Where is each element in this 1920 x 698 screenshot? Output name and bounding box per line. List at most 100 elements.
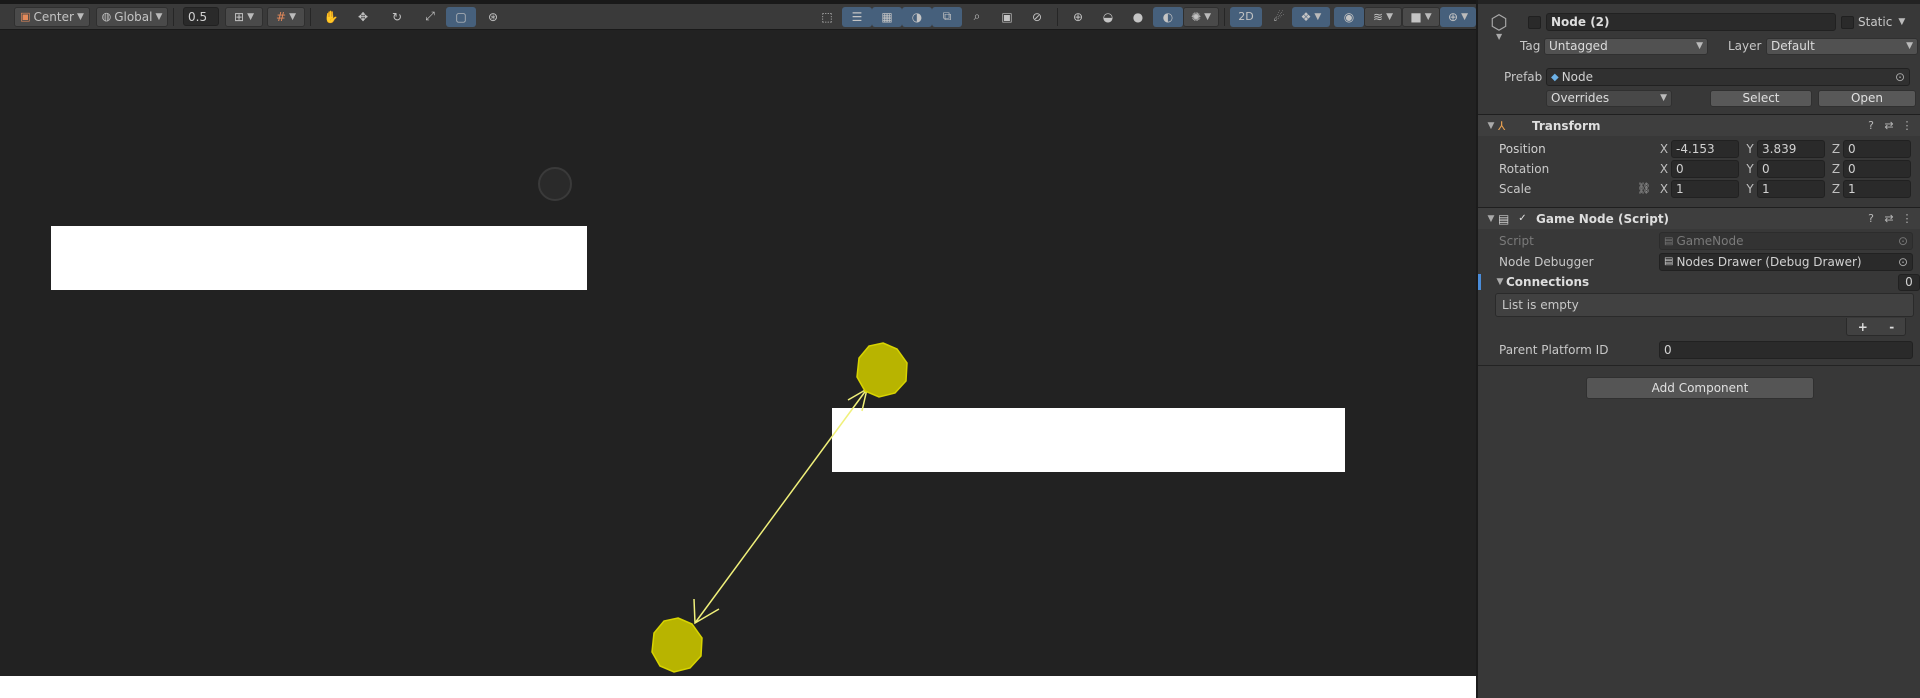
pivot-icon: ▣ <box>20 10 31 23</box>
visibility-toggle-icon[interactable]: ◉ <box>1334 6 1364 27</box>
position-x-field[interactable]: -4.153 <box>1671 139 1739 158</box>
axis-z-label[interactable]: Z <box>1829 162 1843 176</box>
position-y-value: 3.839 <box>1762 141 1797 156</box>
dim-node-circle[interactable] <box>538 167 572 201</box>
script-asset-icon: ▤ <box>1664 235 1674 247</box>
camera-overlay-icon[interactable]: ▣ <box>992 7 1022 27</box>
layers-overlay-icon[interactable]: ⧉ <box>932 6 962 27</box>
object-name-field[interactable]: Node (2) <box>1546 13 1836 31</box>
object-picker-icon[interactable]: ⊙ <box>1898 255 1908 269</box>
static-dropdown-icon[interactable]: ▼ <box>1898 17 1905 27</box>
static-checkbox[interactable] <box>1841 15 1854 29</box>
axis-x-label[interactable]: X <box>1657 142 1671 156</box>
node-debugger-value: Nodes Drawer (Debug Drawer) <box>1676 254 1862 269</box>
rotation-z-field[interactable]: 0 <box>1843 159 1911 178</box>
transform-header[interactable]: ▼ ⅄ Transform ? ⇄ ⋮ <box>1478 114 1920 136</box>
help-icon[interactable]: ? <box>1862 119 1880 132</box>
scale-z-field[interactable]: 1 <box>1843 179 1911 198</box>
node-circle-bottom[interactable] <box>651 617 703 673</box>
prefab-field[interactable]: ◆ Node ⊙ <box>1546 68 1910 86</box>
select-button[interactable]: Select <box>1710 89 1812 107</box>
axis-x-label[interactable]: X <box>1657 182 1671 196</box>
axis-z-label[interactable]: Z <box>1829 142 1843 156</box>
game-node-header[interactable]: ▼ ▤ ✓ Game Node (Script) ? ⇄ ⋮ <box>1478 207 1920 229</box>
scene-view[interactable]: ▣ Center ▼ ◍ Global ▼ 0.5 ⊞ ▼ # ▼ ✋ ✥ ↻ ⤢ ▢ … <box>0 0 1476 698</box>
compass-icon[interactable]: ⊘ <box>1022 7 1052 27</box>
collapse-triangle-icon[interactable]: ▼ <box>1494 277 1506 287</box>
camera-dropdown[interactable]: ■ ▼ <box>1402 6 1440 27</box>
sphere-shading-icon[interactable]: ◑ <box>902 6 932 27</box>
layer-dropdown[interactable]: Default ▼ <box>1766 37 1918 55</box>
preset-icon[interactable]: ⇄ <box>1880 119 1898 132</box>
rotation-y-field[interactable]: 0 <box>1757 159 1825 178</box>
snap-increment-dropdown[interactable]: ⊞ ▼ <box>225 6 263 27</box>
layers-dropdown[interactable]: ≋ ▼ <box>1364 6 1402 27</box>
grid-snap-input[interactable]: 0.5 <box>183 7 219 26</box>
lighting-toggle-icon[interactable]: ☄ <box>1266 7 1292 27</box>
axis-x-label[interactable]: X <box>1657 162 1671 176</box>
script-row: Script ▤ GameNode ⊙ <box>1478 232 1920 250</box>
tag-dropdown[interactable]: Untagged ▼ <box>1544 37 1708 55</box>
scale-tool-icon[interactable]: ⤢ <box>414 7 446 27</box>
debug-draw-dropdown[interactable]: ✺ ▼ <box>1183 6 1219 27</box>
rotation-x-field[interactable]: 0 <box>1671 159 1739 178</box>
overrides-dropdown[interactable]: Overrides ▼ <box>1546 89 1672 107</box>
position-z-field[interactable]: 0 <box>1843 139 1911 158</box>
more-menu-icon[interactable]: ⋮ <box>1898 212 1916 225</box>
add-component-label: Add Component <box>1651 381 1749 395</box>
preset-icon[interactable]: ⇄ <box>1880 212 1898 225</box>
constrain-proportions-icon[interactable]: ⛓ <box>1637 182 1655 195</box>
list-footer: + - <box>1846 318 1906 336</box>
hand-tool-icon[interactable]: ✋ <box>316 7 346 27</box>
effects-dropdown[interactable]: ❖ ▼ <box>1292 6 1330 27</box>
connections-header[interactable]: ▼ Connections 0 <box>1478 273 1920 291</box>
object-picker-icon[interactable]: ⊙ <box>1895 70 1905 84</box>
component-enabled-checkbox[interactable]: ✓ <box>1516 212 1529 225</box>
mesh-grid-icon[interactable]: ▦ <box>872 6 902 27</box>
move-tool-icon[interactable]: ✥ <box>346 7 380 27</box>
rotate-tool-icon[interactable]: ↻ <box>380 7 414 27</box>
node-circle-top[interactable] <box>856 342 908 398</box>
ground-platform[interactable] <box>0 676 1476 698</box>
parent-platform-field[interactable]: 0 <box>1659 340 1913 359</box>
collapse-triangle-icon[interactable]: ▼ <box>1484 214 1498 224</box>
scene-viewport[interactable] <box>0 31 1476 676</box>
wireframe-sphere-icon[interactable]: ⊕ <box>1063 7 1093 27</box>
unlit-sphere-icon[interactable]: ◐ <box>1153 6 1183 27</box>
gizmos-dropdown[interactable]: ⊕ ▼ <box>1440 6 1476 27</box>
active-checkbox[interactable] <box>1528 15 1541 29</box>
select-rect-icon[interactable]: ⬚ <box>812 7 842 27</box>
inspector-divider <box>1478 365 1920 366</box>
collapse-triangle-icon[interactable]: ▼ <box>1484 121 1498 131</box>
axis-y-label[interactable]: Y <box>1743 142 1757 156</box>
position-y-field[interactable]: 3.839 <box>1757 139 1825 158</box>
pivot-mode-dropdown[interactable]: ▣ Center ▼ <box>14 6 90 27</box>
open-button[interactable]: Open <box>1818 89 1916 107</box>
search-icon[interactable]: ⌕ <box>962 7 992 27</box>
scale-x-field[interactable]: 1 <box>1671 179 1739 198</box>
add-component-button[interactable]: Add Component <box>1586 377 1814 399</box>
node-debugger-field[interactable]: ▤ Nodes Drawer (Debug Drawer) ⊙ <box>1659 252 1913 271</box>
more-menu-icon[interactable]: ⋮ <box>1898 119 1916 132</box>
connections-size-field[interactable]: 0 <box>1898 273 1920 291</box>
position-label: Position <box>1499 141 1546 156</box>
pivot-rotation-dropdown[interactable]: ◍ Global ▼ <box>96 6 168 27</box>
help-icon[interactable]: ? <box>1862 212 1880 225</box>
scale-z-value: 1 <box>1848 181 1856 196</box>
toggle-2d-button[interactable]: 2D <box>1230 6 1262 27</box>
align-icon[interactable]: ☰ <box>842 6 872 27</box>
static-label: Static <box>1858 15 1893 29</box>
grid-visibility-dropdown[interactable]: # ▼ <box>267 6 305 27</box>
shaded-sphere-icon[interactable]: ● <box>1123 7 1153 27</box>
connections-label: Connections <box>1506 275 1590 289</box>
axis-y-label[interactable]: Y <box>1743 162 1757 176</box>
scale-y-field[interactable]: 1 <box>1757 179 1825 198</box>
rect-tool-icon[interactable]: ▢ <box>446 6 476 27</box>
transform-tool-icon[interactable]: ⊛ <box>476 7 510 27</box>
axis-z-label[interactable]: Z <box>1829 182 1843 196</box>
remove-element-button[interactable]: - <box>1889 320 1894 334</box>
scale-label: Scale <box>1499 181 1532 196</box>
shaded-wireframe-icon[interactable]: ◒ <box>1093 7 1123 27</box>
axis-y-label[interactable]: Y <box>1743 182 1757 196</box>
add-element-button[interactable]: + <box>1858 320 1868 334</box>
